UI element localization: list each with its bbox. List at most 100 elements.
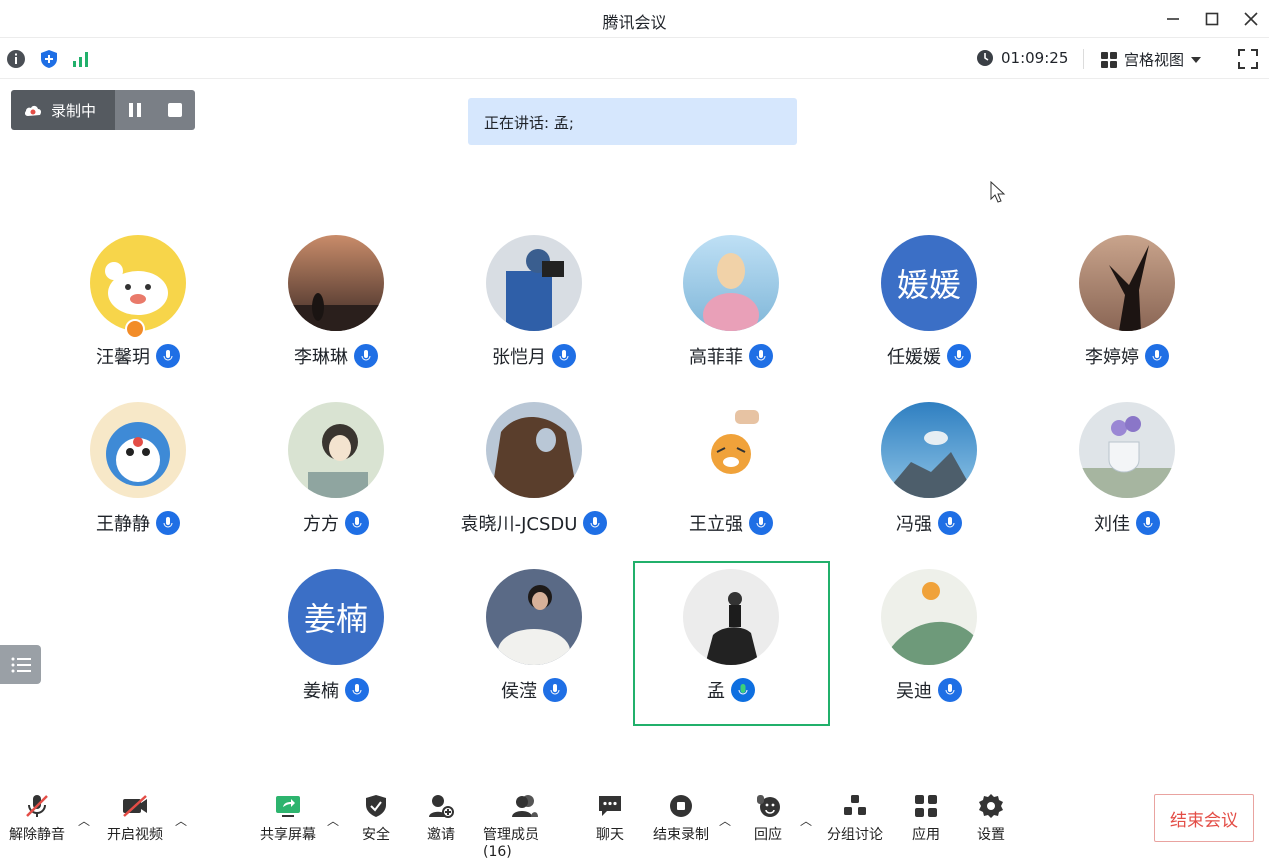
apps-label: 应用 <box>912 827 940 843</box>
title-bar: 腾讯会议 <box>0 0 1269 38</box>
timer-value: 01:09:25 <box>1001 49 1069 67</box>
participant-tile[interactable]: 王立强 <box>633 402 829 568</box>
fullscreen-icon <box>1238 49 1258 69</box>
chat-button[interactable]: 聊天 <box>594 792 626 844</box>
window-title: 腾讯会议 <box>602 13 667 32</box>
share-screen-button[interactable]: 共享屏幕 <box>258 792 318 844</box>
view-mode-dropdown[interactable]: 宫格视图 <box>1100 49 1202 70</box>
close-button[interactable] <box>1240 8 1262 30</box>
participant-tile[interactable]: 王静静 <box>40 402 236 568</box>
avatar <box>288 402 384 498</box>
mic-speaking-icon <box>731 678 755 702</box>
breakout-icon <box>841 792 869 820</box>
participant-tile[interactable]: 冯强 <box>831 402 1027 568</box>
avatar <box>1079 235 1175 331</box>
participant-name: 袁晓川-JCSDU <box>460 514 578 535</box>
participant-tile[interactable]: 高菲菲 <box>633 235 829 401</box>
pause-icon <box>129 103 141 117</box>
participant-name: 王立强 <box>689 514 743 535</box>
chat-icon <box>596 792 624 820</box>
participant-tile[interactable]: 袁晓川-JCSDU <box>436 402 632 568</box>
grid-icon <box>1101 51 1117 68</box>
mic-muted-icon <box>345 678 369 702</box>
participant-name: 汪馨玥 <box>96 347 150 368</box>
network-signal-icon[interactable] <box>72 49 92 69</box>
react-button[interactable]: 回应 <box>752 792 784 844</box>
maximize-button[interactable] <box>1201 8 1223 30</box>
share-screen-label: 共享屏幕 <box>260 827 316 843</box>
gear-icon <box>977 792 1005 820</box>
participant-tile[interactable]: 李琳琳 <box>238 235 434 401</box>
participant-tile[interactable]: 汪馨玥 <box>40 235 236 401</box>
invite-label: 邀请 <box>427 827 455 843</box>
emoji-hand-icon <box>754 792 782 820</box>
mic-muted-icon <box>938 511 962 535</box>
host-badge-icon <box>125 319 145 339</box>
stop-icon <box>168 103 182 117</box>
participant-name: 刘佳 <box>1094 514 1130 535</box>
participant-name: 王静静 <box>96 514 150 535</box>
divider <box>1083 49 1084 69</box>
invite-button[interactable]: 邀请 <box>425 792 457 844</box>
stop-recording-button[interactable] <box>155 90 195 130</box>
participant-name: 张恺月 <box>492 347 546 368</box>
speaking-banner: 正在讲话: 孟; <box>468 98 797 145</box>
record-options-chevron-icon[interactable]: ︿ <box>719 812 731 829</box>
participant-tile[interactable]: 方方 <box>238 402 434 568</box>
recording-status[interactable]: 录制中 <box>11 90 115 130</box>
avatar: 媛媛 <box>881 235 977 331</box>
close-icon <box>1244 12 1258 26</box>
manage-members-button[interactable]: 管理成员(16) <box>483 792 567 860</box>
participant-tile-active[interactable]: 孟 <box>633 569 829 735</box>
breakout-rooms-button[interactable]: 分组讨论 <box>825 792 885 844</box>
participant-tile[interactable]: 张恺月 <box>436 235 632 401</box>
list-icon <box>11 657 31 672</box>
settings-button[interactable]: 设置 <box>975 792 1007 844</box>
participant-tile[interactable]: 媛媛 任媛媛 <box>831 235 1027 401</box>
share-options-chevron-icon[interactable]: ︿ <box>327 812 339 829</box>
participant-name: 吴迪 <box>896 681 932 702</box>
mic-muted-icon <box>345 511 369 535</box>
mic-muted-icon <box>749 344 773 368</box>
react-options-chevron-icon[interactable]: ︿ <box>800 812 812 829</box>
cloud-record-icon <box>24 105 42 116</box>
recording-label: 录制中 <box>51 101 97 120</box>
shield-check-icon <box>362 792 390 820</box>
participant-name: 侯滢 <box>501 681 537 702</box>
start-video-button[interactable]: 开启视频 <box>106 792 164 844</box>
avatar <box>881 402 977 498</box>
security-label: 安全 <box>362 827 390 843</box>
audio-options-chevron-icon[interactable]: ︿ <box>78 812 90 829</box>
camera-off-icon <box>121 792 149 820</box>
security-button[interactable]: 安全 <box>360 792 392 844</box>
unmute-button[interactable]: 解除静音 <box>8 792 66 844</box>
fullscreen-button[interactable] <box>1237 48 1259 70</box>
pause-recording-button[interactable] <box>115 90 155 130</box>
avatar <box>683 569 779 665</box>
avatar <box>1079 402 1175 498</box>
avatar <box>486 569 582 665</box>
mic-muted-icon <box>1136 511 1160 535</box>
participant-tile[interactable]: 李婷婷 <box>1029 235 1225 401</box>
video-options-chevron-icon[interactable]: ︿ <box>175 812 187 829</box>
shield-icon[interactable] <box>39 49 59 69</box>
participant-tile[interactable]: 刘佳 <box>1029 402 1225 568</box>
member-list-toggle[interactable] <box>0 645 41 684</box>
apps-button[interactable]: 应用 <box>910 792 942 844</box>
participant-name: 高菲菲 <box>689 347 743 368</box>
stop-recording-toolbar-button[interactable]: 结束录制 <box>651 792 711 844</box>
breakout-label: 分组讨论 <box>827 827 883 843</box>
end-meeting-button[interactable]: 结束会议 <box>1154 794 1254 842</box>
mic-muted-icon <box>552 344 576 368</box>
avatar <box>288 235 384 331</box>
meeting-timer: 01:09:25 <box>976 49 1068 67</box>
apps-icon <box>912 792 940 820</box>
info-icon[interactable] <box>6 49 26 69</box>
caret-down-icon <box>1191 56 1202 63</box>
participant-tile[interactable]: 吴迪 <box>831 569 1027 735</box>
participant-tile[interactable]: 侯滢 <box>436 569 632 735</box>
participant-tile[interactable]: 姜楠 姜楠 <box>238 569 434 735</box>
settings-label: 设置 <box>977 827 1005 843</box>
minimize-button[interactable] <box>1162 8 1184 30</box>
view-mode-label: 宫格视图 <box>1124 51 1185 69</box>
